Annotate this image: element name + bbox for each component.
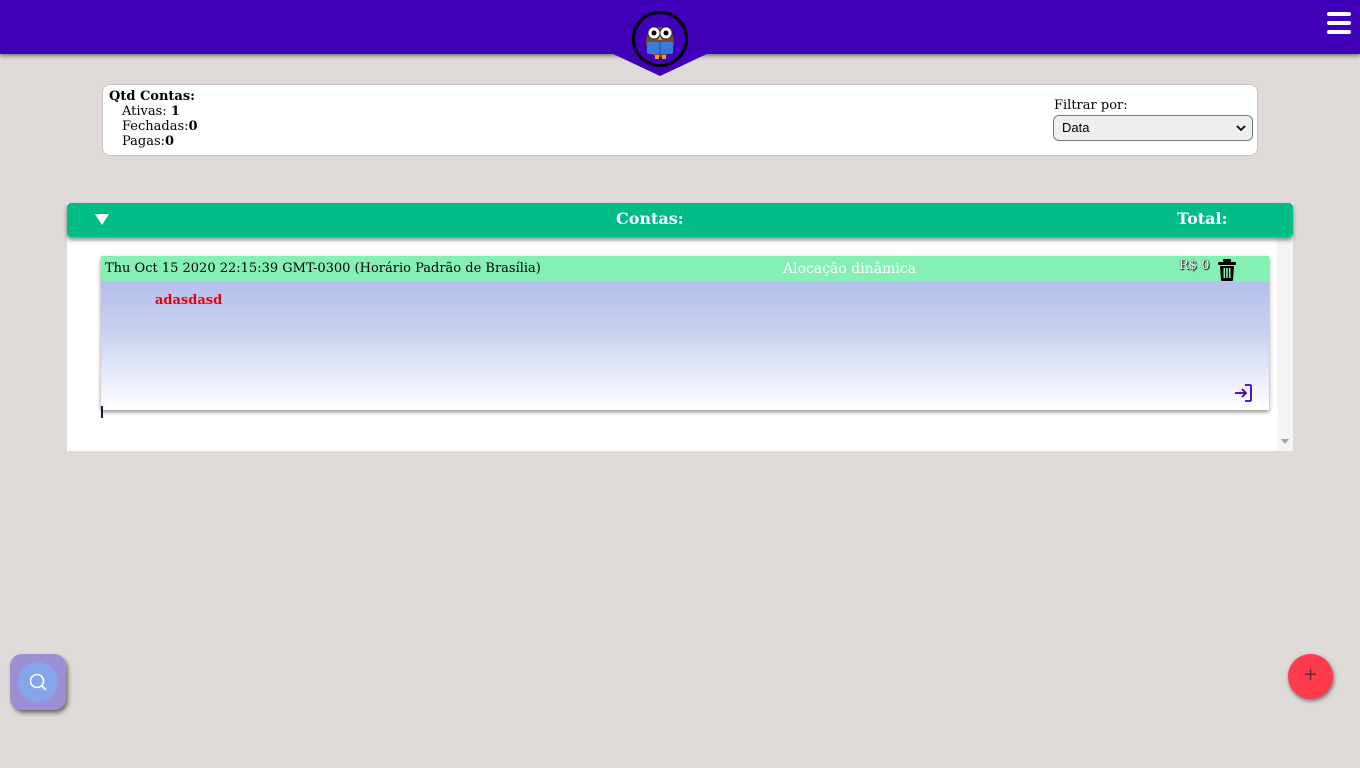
- account-description: adasdasd: [155, 293, 223, 308]
- total-title: Total:: [1177, 209, 1228, 228]
- chevron-down-icon: [1236, 125, 1246, 132]
- enter-account-icon[interactable]: [1233, 383, 1253, 403]
- collapse-triangle-icon[interactable]: [95, 214, 109, 225]
- summary-ativas: Ativas: 1: [122, 104, 180, 119]
- contas-title: Contas:: [616, 209, 684, 228]
- summary-fechadas: Fechadas:0: [122, 119, 198, 134]
- text-cursor: [101, 406, 103, 418]
- fechadas-label: Fechadas:: [122, 119, 189, 134]
- account-date: Thu Oct 15 2020 22:15:39 GMT-0300 (Horár…: [105, 261, 541, 276]
- filter-selected-value: Data: [1062, 120, 1090, 135]
- summary-pagas: Pagas:0: [122, 134, 174, 149]
- contas-panel-header: Contas: Total:: [67, 203, 1293, 237]
- filter-select[interactable]: Data: [1053, 115, 1253, 141]
- search-icon: [29, 673, 47, 691]
- account-card[interactable]: Thu Oct 15 2020 22:15:39 GMT-0300 (Horár…: [101, 256, 1269, 410]
- pagas-value: 0: [165, 134, 175, 149]
- owl-logo-icon[interactable]: [632, 11, 688, 67]
- fechadas-value: 0: [188, 119, 198, 134]
- add-account-button[interactable]: +: [1288, 654, 1333, 699]
- search-button[interactable]: [10, 654, 66, 710]
- pagas-label: Pagas:: [122, 134, 166, 149]
- panel-scrollbar[interactable]: [1277, 237, 1293, 451]
- trash-icon[interactable]: [1217, 259, 1237, 281]
- ativas-label: Ativas:: [122, 104, 167, 119]
- hamburger-menu-icon[interactable]: [1327, 12, 1351, 36]
- search-button-inner: [18, 662, 58, 702]
- filter-label: Filtrar por:: [1054, 98, 1128, 113]
- summary-title: Qtd Contas:: [109, 89, 195, 104]
- scroll-down-arrow-icon[interactable]: [1281, 439, 1289, 444]
- ativas-value: 1: [170, 104, 180, 119]
- account-type: Alocação dinâmica: [783, 261, 917, 277]
- account-card-header: Thu Oct 15 2020 22:15:39 GMT-0300 (Horár…: [101, 256, 1269, 282]
- accounts-summary-card: Qtd Contas: Ativas: 1 Fechadas:0 Pagas:0…: [102, 84, 1258, 156]
- contas-panel: Thu Oct 15 2020 22:15:39 GMT-0300 (Horár…: [67, 203, 1293, 451]
- account-value: R$ 0: [1179, 258, 1210, 273]
